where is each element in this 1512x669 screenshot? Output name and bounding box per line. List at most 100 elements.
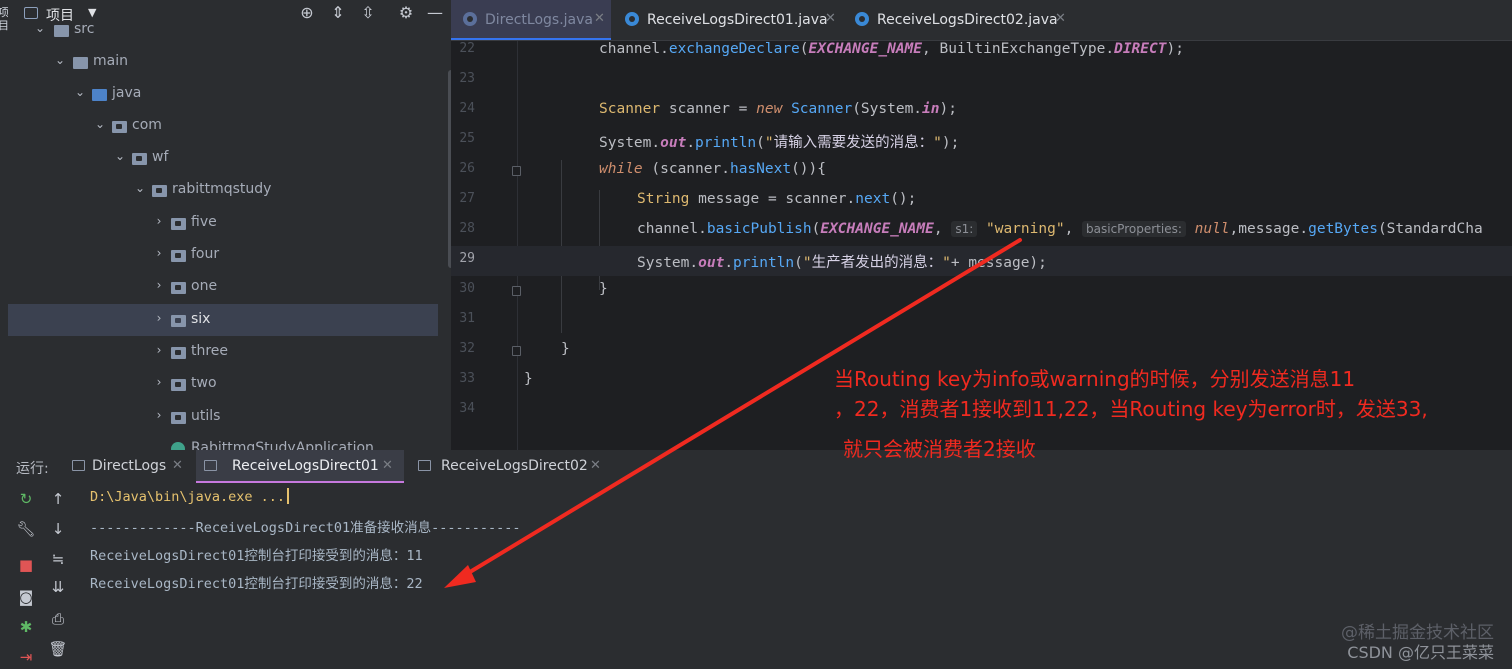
tree-item-one[interactable]: › one	[8, 271, 438, 303]
tree-item-three[interactable]: › three	[8, 336, 438, 368]
close-icon[interactable]: ✕	[590, 458, 601, 473]
tab-directlogs-java[interactable]: DirectLogs.java ✕	[451, 0, 611, 40]
trash-icon[interactable]: 🗑︎	[48, 640, 68, 658]
tree-item-five[interactable]: › five	[8, 207, 438, 239]
run-tab-label: ReceiveLogsDirect01	[232, 458, 379, 474]
close-icon[interactable]: ✕	[172, 458, 183, 473]
close-icon[interactable]: ✕	[825, 11, 836, 26]
line-number: 32	[459, 341, 475, 356]
watermark-line: @稀土掘金技术社区	[1341, 623, 1494, 643]
code-line[interactable]: 25 System.out.println("请输入需要发送的消息：");	[451, 126, 1512, 156]
scroll-to-end-icon[interactable]: ⇊	[48, 578, 68, 596]
code-line[interactable]: 22 channel.exchangeDeclare(EXCHANGE_NAME…	[451, 36, 1512, 66]
chevron-right-icon[interactable]: ›	[153, 311, 165, 325]
chevron-right-icon[interactable]: ›	[153, 278, 165, 292]
code-line[interactable]: 23	[451, 66, 1512, 96]
tree-item-six[interactable]: › six	[8, 304, 438, 336]
line-number: 26	[459, 161, 475, 176]
tree-item-four[interactable]: › four	[8, 239, 438, 271]
down-arrow-icon[interactable]: ↓	[48, 520, 68, 538]
console-output[interactable]: D:\Java\bin\java.exe ... -------------Re…	[88, 483, 1508, 669]
code-line[interactable]: 32 }	[451, 336, 1512, 366]
code-line[interactable]: 31	[451, 306, 1512, 336]
close-icon[interactable]: ✕	[594, 11, 605, 26]
fold-marker-icon[interactable]	[512, 166, 521, 176]
debug-bug-icon[interactable]: ✱	[16, 618, 36, 636]
tab-receivelogsdirect01-java[interactable]: ReceiveLogsDirect01.java ✕	[613, 0, 841, 40]
code-line[interactable]: 26 while (scanner.hasNext()){	[451, 156, 1512, 186]
watermark-line: CSDN @亿只王菜菜	[1347, 643, 1494, 662]
run-tab-receivelogsdirect01[interactable]: ReceiveLogsDirect01 ✕	[196, 450, 404, 483]
watermark: @稀土掘金技术社区 CSDN @亿只王菜菜	[1341, 623, 1494, 663]
tree-item-wf[interactable]: ⌄ wf	[8, 142, 438, 174]
package-icon	[152, 185, 167, 197]
annotation-text: ，22，消费者1接收到11,22，当Routing key为error时，发送3…	[834, 397, 1428, 421]
chevron-down-icon[interactable]: ⌄	[34, 21, 46, 35]
code-line-current[interactable]: 29 System.out.println("生产者发出的消息："+ messa…	[451, 246, 1512, 276]
tree-item-src[interactable]: ⌄ src	[8, 14, 438, 46]
tree-item-rabittmqstudy[interactable]: ⌄ rabittmqstudy	[8, 174, 438, 206]
close-icon[interactable]: ✕	[1055, 11, 1066, 26]
soft-wrap-icon[interactable]: ≒	[48, 550, 68, 568]
code-text: while (scanner.hasNext()){	[599, 161, 826, 177]
tab-label: ReceiveLogsDirect02.java	[877, 12, 1058, 28]
project-tool-window-label[interactable]: 项目	[0, 6, 9, 32]
rerun-icon[interactable]: ↻	[16, 490, 36, 508]
package-icon	[132, 153, 147, 165]
run-tab-label: DirectLogs	[92, 458, 167, 474]
line-number: 27	[459, 191, 475, 206]
close-icon[interactable]: ✕	[382, 458, 393, 473]
code-text: String message = scanner.next();	[637, 191, 917, 207]
tree-item-java[interactable]: ⌄ java	[8, 78, 438, 110]
run-tab-receivelogsdirect02[interactable]: ReceiveLogsDirect02 ✕	[410, 450, 610, 483]
line-number: 24	[459, 101, 475, 116]
wrench-icon[interactable]: 🔧︎	[16, 520, 36, 538]
tree-item-label: four	[191, 246, 220, 262]
chevron-down-icon[interactable]: ⌄	[134, 181, 146, 195]
tree-item-com[interactable]: ⌄ com	[8, 110, 438, 142]
tree-item-main[interactable]: ⌄ main	[8, 46, 438, 78]
up-arrow-icon[interactable]: ↑	[48, 490, 68, 508]
chevron-down-icon[interactable]: ⌄	[54, 53, 66, 67]
package-icon	[171, 379, 186, 391]
folder-icon	[73, 57, 88, 69]
code-line[interactable]: 28 channel.basicPublish(EXCHANGE_NAME, s…	[451, 216, 1512, 246]
annotation-text: 当Routing key为info或warning的时候，分别发送消息11	[834, 367, 1356, 391]
tree-item-label: three	[191, 343, 229, 359]
chevron-down-icon[interactable]: ⌄	[74, 85, 86, 99]
tab-receivelogsdirect02-java[interactable]: ReceiveLogsDirect02.java ✕	[843, 0, 1071, 40]
print-icon[interactable]: ⎙	[48, 610, 68, 628]
tree-item-two[interactable]: › two	[8, 368, 438, 400]
code-text: }	[599, 281, 608, 297]
code-text: }	[561, 341, 570, 357]
chevron-right-icon[interactable]: ›	[153, 246, 165, 260]
code-line[interactable]: 27 String message = scanner.next();	[451, 186, 1512, 216]
chevron-right-icon[interactable]: ›	[153, 214, 165, 228]
fold-marker-icon[interactable]	[512, 346, 521, 356]
fold-marker-icon[interactable]	[512, 286, 521, 296]
exit-icon[interactable]: ⇥	[16, 648, 36, 666]
stop-icon[interactable]: ■	[16, 556, 36, 574]
line-number: 31	[459, 311, 475, 326]
camera-icon[interactable]: ◙	[16, 588, 36, 606]
tree-item-utils[interactable]: › utils	[8, 401, 438, 433]
run-tab-directlogs[interactable]: DirectLogs ✕	[64, 450, 190, 483]
package-icon	[171, 250, 186, 262]
line-number: 33	[459, 371, 475, 386]
tree-item-application-class[interactable]: RabittmqStudyApplication	[8, 433, 438, 450]
code-line[interactable]: 24 Scanner scanner = new Scanner(System.…	[451, 96, 1512, 126]
chevron-down-icon[interactable]: ⌄	[94, 117, 106, 131]
chevron-right-icon[interactable]: ›	[153, 375, 165, 389]
chevron-right-icon[interactable]: ›	[153, 343, 165, 357]
console-line: ReceiveLogsDirect01控制台打印接受到的消息：22	[90, 576, 423, 592]
code-line[interactable]: 30 }	[451, 276, 1512, 306]
text-cursor	[287, 488, 290, 504]
chevron-down-icon[interactable]: ⌄	[114, 149, 126, 163]
line-number: 23	[459, 71, 475, 86]
source-folder-icon	[92, 89, 107, 101]
line-number: 25	[459, 131, 475, 146]
tree-item-label: main	[93, 53, 128, 69]
param-hint-s1: s1:	[951, 221, 978, 237]
console-icon	[204, 460, 217, 471]
chevron-right-icon[interactable]: ›	[153, 408, 165, 422]
